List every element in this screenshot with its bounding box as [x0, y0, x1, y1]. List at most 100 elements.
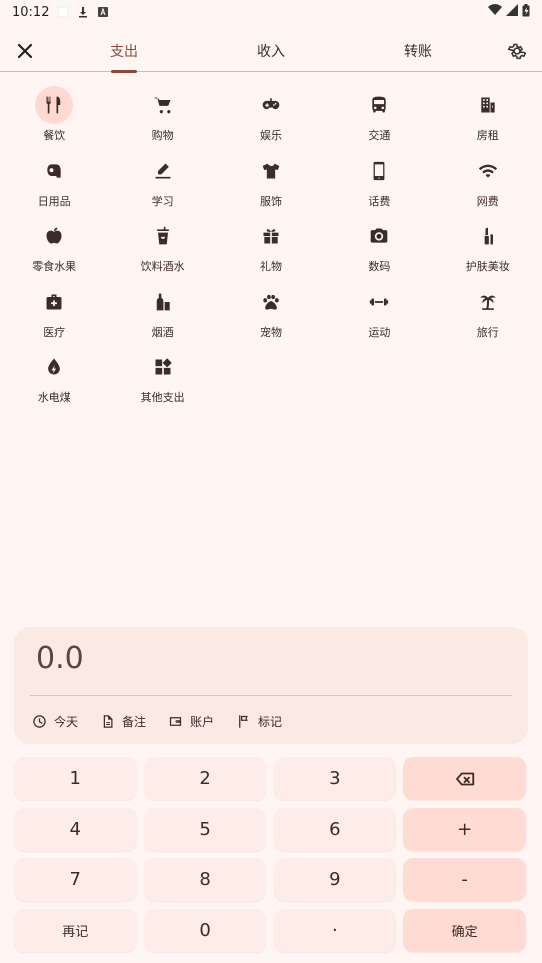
category-label: 交通 — [368, 129, 391, 142]
category-clothing[interactable]: 服饰 — [217, 152, 325, 218]
key-2[interactable]: 2 — [143, 757, 267, 800]
category-label: 餐饮 — [43, 129, 66, 142]
gear-icon — [507, 43, 527, 60]
status-time: 10:12 — [12, 4, 50, 20]
category-rent[interactable]: 房租 — [434, 86, 542, 152]
category-label: 购物 — [151, 129, 174, 142]
category-label: 运动 — [368, 325, 391, 339]
note-button[interactable]: 备注 — [100, 713, 146, 730]
category-label: 数码 — [368, 260, 391, 273]
status-bar: 10:12 — [0, 0, 542, 24]
category-label: 网费 — [476, 194, 499, 208]
category-pets[interactable]: 宠物 — [217, 283, 325, 349]
bottle-icon — [144, 283, 182, 321]
category-transport[interactable]: 交通 — [325, 86, 433, 152]
download-icon — [77, 6, 89, 18]
category-label: 日用品 — [37, 194, 71, 208]
gift-icon — [252, 217, 290, 255]
category-drinks[interactable]: 饮料酒水 — [108, 217, 216, 283]
key-7[interactable]: 7 — [14, 858, 137, 901]
close-button[interactable] — [12, 38, 38, 64]
category-shopping[interactable]: 购物 — [108, 86, 216, 152]
category-label: 礼物 — [259, 260, 282, 273]
key-0[interactable]: 0 — [143, 908, 267, 952]
wifi-signal-icon — [488, 4, 502, 20]
tab-income[interactable]: 收入 — [231, 30, 311, 72]
category-label: 烟酒 — [151, 325, 174, 339]
category-study[interactable]: 学习 — [108, 152, 216, 218]
key-minus[interactable]: - — [403, 858, 526, 901]
shopping-cart-icon — [144, 86, 182, 124]
date-label: 今天 — [54, 715, 79, 729]
account-button[interactable]: 账户 — [168, 713, 214, 730]
category-medical[interactable]: 医疗 — [0, 283, 108, 349]
category-label: 话费 — [368, 194, 391, 208]
keypad: 1 2 3 4 5 6 + 7 8 9 - 再记 0 · 确定 — [14, 757, 528, 952]
category-utilities[interactable]: 水电煤 — [0, 348, 108, 414]
key-5[interactable]: 5 — [143, 807, 267, 851]
note-label: 备注 — [122, 715, 147, 729]
utility-drop-icon — [35, 348, 73, 386]
category-travel[interactable]: 旅行 — [434, 283, 542, 349]
tab-income-label: 收入 — [257, 44, 285, 60]
tab-expense-label: 支出 — [110, 44, 138, 60]
category-label: 房租 — [476, 129, 499, 142]
palm-tree-icon — [469, 283, 507, 321]
flag-icon — [239, 715, 248, 728]
category-tobacco-alcohol[interactable]: 烟酒 — [108, 283, 216, 349]
record-again-button[interactable]: 再记 — [14, 908, 137, 952]
clock-icon — [33, 715, 46, 728]
phone-icon — [360, 152, 398, 190]
wallet-icon — [169, 717, 182, 726]
confirm-button[interactable]: 确定 — [403, 908, 526, 952]
category-sports[interactable]: 运动 — [325, 283, 433, 349]
tab-expense[interactable]: 支出 — [84, 30, 164, 73]
category-label: 零食水果 — [32, 260, 77, 273]
category-food[interactable]: 餐饮 — [0, 86, 108, 152]
settings-button[interactable] — [504, 38, 530, 64]
battery-icon — [522, 3, 530, 21]
category-label: 服饰 — [259, 194, 282, 208]
backspace-icon — [455, 772, 474, 785]
key-9[interactable]: 9 — [273, 858, 397, 901]
category-beauty[interactable]: 护肤美妆 — [434, 217, 542, 283]
category-snacks-fruit[interactable]: 零食水果 — [0, 217, 108, 283]
category-entertainment[interactable]: 娱乐 — [217, 86, 325, 152]
category-label: 学习 — [151, 194, 174, 208]
key-3[interactable]: 3 — [273, 757, 397, 800]
key-4[interactable]: 4 — [14, 807, 137, 851]
category-phone-bill[interactable]: 话费 — [325, 152, 433, 218]
backspace-button[interactable] — [403, 757, 526, 800]
wifi-icon — [469, 152, 507, 190]
category-internet-bill[interactable]: 网费 — [434, 152, 542, 218]
amount-display: 0.0 — [36, 641, 84, 676]
tag-button[interactable]: 标记 — [236, 713, 282, 730]
bus-icon — [360, 86, 398, 124]
category-label: 饮料酒水 — [140, 260, 185, 273]
key-dot[interactable]: · — [273, 908, 397, 952]
date-button[interactable]: 今天 — [32, 713, 78, 730]
key-8[interactable]: 8 — [143, 858, 267, 901]
meta-row: 今天 备注 账户 标记 — [32, 713, 282, 730]
camera-icon — [360, 217, 398, 255]
category-gift[interactable]: 礼物 — [217, 217, 325, 283]
category-digital[interactable]: 数码 — [325, 217, 433, 283]
category-label: 旅行 — [476, 325, 499, 339]
pen-icon — [144, 152, 182, 190]
shirt-icon — [252, 152, 290, 190]
cell-signal-icon — [506, 4, 518, 20]
key-plus[interactable]: + — [403, 807, 526, 851]
gamepad-icon — [252, 86, 290, 124]
top-app-bar: 支出 收入 转账 — [0, 30, 542, 73]
key-6[interactable]: 6 — [273, 807, 397, 851]
category-daily-goods[interactable]: 日用品 — [0, 152, 108, 218]
category-other-expense[interactable]: 其他支出 — [108, 348, 216, 414]
cup-icon — [144, 217, 182, 255]
key-1[interactable]: 1 — [14, 757, 137, 800]
category-label: 娱乐 — [259, 129, 282, 142]
building-icon — [469, 86, 507, 124]
tab-transfer[interactable]: 转账 — [378, 30, 458, 72]
close-icon — [17, 43, 33, 59]
lipstick-icon — [469, 217, 507, 255]
tab-transfer-label: 转账 — [404, 44, 432, 60]
